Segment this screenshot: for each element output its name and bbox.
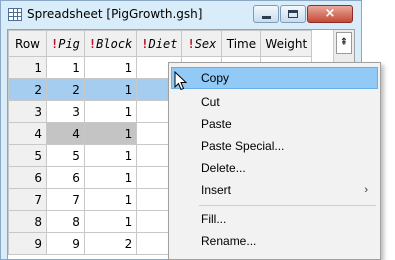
header-row: Row !Pig !Block !Diet !Sex Time Weight — [8, 30, 313, 57]
submenu-arrow-icon: › — [364, 184, 368, 196]
menu-item-label: Paste Special... — [201, 139, 285, 153]
cell-block[interactable]: 1 — [83, 210, 138, 233]
context-menu: Copy Cut Paste Paste Special... Delete..… — [168, 62, 381, 260]
cell-block[interactable]: 1 — [83, 56, 138, 79]
menu-item-paste-special[interactable]: Paste Special... — [171, 135, 378, 157]
menu-item-label: Copy — [201, 71, 230, 85]
row-number[interactable]: 5 — [8, 144, 47, 167]
column-header-label: Sex — [194, 36, 217, 51]
spreadsheet-icon — [8, 8, 22, 21]
cell-block[interactable]: 1 — [83, 188, 138, 211]
row-number[interactable]: 3 — [8, 100, 47, 123]
cell-block[interactable]: 1 — [83, 100, 138, 123]
row-number[interactable]: 7 — [8, 188, 47, 211]
window-title: Spreadsheet [PigGrowth.gsh] — [27, 7, 203, 21]
column-header-sex[interactable]: !Sex — [181, 30, 223, 57]
menu-separator — [199, 205, 376, 206]
minimize-icon — [262, 16, 271, 19]
cell-pig[interactable]: 2 — [46, 78, 85, 101]
maximize-button[interactable] — [280, 5, 306, 23]
menu-item-cut[interactable]: Cut — [171, 91, 378, 113]
menu-item-paste[interactable]: Paste — [171, 113, 378, 135]
menu-item-delete[interactable]: Delete... — [171, 157, 378, 179]
column-header-label: Diet — [148, 36, 178, 51]
cell-pig[interactable]: 6 — [46, 166, 85, 189]
cell-pig[interactable]: 7 — [46, 188, 85, 211]
title-bar[interactable]: Spreadsheet [PigGrowth.gsh] × — [1, 1, 361, 29]
column-header-weight[interactable]: Weight — [260, 30, 313, 57]
close-button[interactable]: × — [307, 5, 353, 23]
column-header-diet[interactable]: !Diet — [136, 30, 183, 57]
column-header-label: Pig — [58, 36, 80, 51]
column-header-pig[interactable]: !Pig — [46, 30, 85, 57]
row-number[interactable]: 9 — [8, 232, 47, 255]
row-number[interactable]: 2 — [8, 78, 47, 101]
menu-item-rename[interactable]: Rename... — [171, 230, 378, 252]
close-icon: × — [324, 6, 336, 21]
menu-item-label: Rename... — [201, 234, 257, 248]
row-number[interactable]: 6 — [8, 166, 47, 189]
menu-item-label: Insert — [201, 183, 232, 197]
cell-block[interactable]: 2 — [83, 232, 138, 255]
minimize-button[interactable] — [253, 5, 279, 23]
mouse-pointer-icon — [174, 71, 188, 91]
row-number[interactable]: 4 — [8, 122, 47, 145]
column-header-time[interactable]: Time — [221, 30, 262, 57]
menu-item-insert[interactable]: Insert › — [171, 179, 378, 201]
factor-icon: ! — [141, 36, 149, 51]
cell-block[interactable]: 1 — [83, 144, 138, 167]
menu-item-fill[interactable]: Fill... — [171, 208, 378, 230]
menu-item-label: Paste — [201, 117, 232, 131]
cell-pig[interactable]: 9 — [46, 232, 85, 255]
cell-block[interactable]: 1 — [83, 78, 138, 101]
cell-pig[interactable]: 3 — [46, 100, 85, 123]
factor-icon: ! — [187, 36, 195, 51]
cell-pig[interactable]: 4 — [46, 122, 85, 145]
cell-block[interactable]: 1 — [83, 166, 138, 189]
menu-item-label: Fill... — [201, 212, 227, 226]
column-header-block[interactable]: !Block — [83, 30, 138, 57]
cell-pig[interactable]: 8 — [46, 210, 85, 233]
row-column-header[interactable]: Row — [8, 30, 47, 57]
column-header-label: Block — [96, 36, 133, 51]
cell-pig[interactable]: 1 — [46, 56, 85, 79]
cell-pig[interactable]: 5 — [46, 144, 85, 167]
menu-item-copy[interactable]: Copy — [171, 67, 378, 89]
maximize-icon — [288, 10, 298, 18]
row-number[interactable]: 1 — [8, 56, 47, 79]
menu-item-label: Delete... — [201, 161, 246, 175]
scroll-to-top-button[interactable]: ⇞ — [336, 32, 352, 54]
menu-item-label: Cut — [201, 95, 220, 109]
row-number[interactable]: 8 — [8, 210, 47, 233]
cell-block[interactable]: 1 — [83, 122, 138, 145]
